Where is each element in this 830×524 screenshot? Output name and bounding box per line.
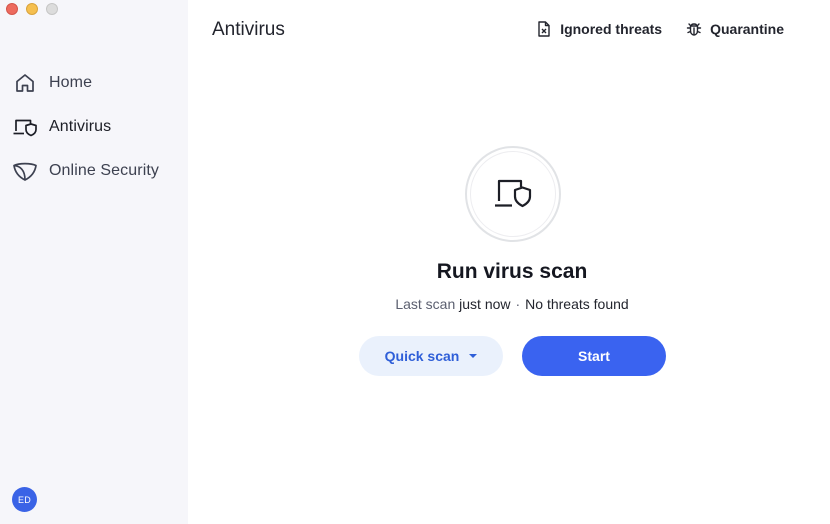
sidebar-item-label: Antivirus bbox=[49, 118, 112, 135]
window-close-button[interactable] bbox=[6, 3, 18, 15]
separator-dot: · bbox=[515, 296, 521, 312]
scan-illustration bbox=[465, 146, 561, 242]
sidebar-item-label: Home bbox=[49, 74, 93, 91]
sidebar-item-home[interactable]: Home bbox=[0, 61, 188, 105]
last-scan-value: just now bbox=[459, 296, 511, 312]
window-minimize-button[interactable] bbox=[26, 3, 38, 15]
avatar[interactable]: ED bbox=[12, 487, 37, 512]
quarantine-label: Quarantine bbox=[710, 21, 784, 37]
header-actions: Ignored threats Quarantine bbox=[536, 21, 784, 37]
scan-result-text: No threats found bbox=[525, 296, 629, 312]
sidebar: Home Antivirus Online Security ED bbox=[0, 0, 188, 524]
window-maximize-button[interactable] bbox=[46, 3, 58, 15]
shield-icon bbox=[12, 158, 38, 184]
document-x-icon bbox=[536, 21, 552, 37]
window-controls bbox=[6, 3, 58, 15]
main-content: Antivirus Ignored threats Quarantine Run… bbox=[188, 0, 830, 524]
laptop-shield-icon bbox=[493, 178, 533, 210]
last-scan-label: Last scan bbox=[395, 296, 456, 312]
sidebar-item-antivirus[interactable]: Antivirus bbox=[0, 105, 188, 149]
page-title: Antivirus bbox=[212, 19, 285, 40]
quarantine-button[interactable]: Quarantine bbox=[686, 21, 784, 37]
scan-type-dropdown[interactable]: Quick scan bbox=[359, 336, 503, 376]
start-scan-button[interactable]: Start bbox=[522, 336, 666, 376]
caret-down-icon bbox=[469, 354, 478, 358]
home-icon bbox=[12, 70, 38, 96]
bug-icon bbox=[686, 21, 702, 37]
ignored-threats-button[interactable]: Ignored threats bbox=[536, 21, 662, 37]
scan-status: Last scan just now · No threats found bbox=[188, 296, 830, 312]
ignored-threats-label: Ignored threats bbox=[560, 21, 663, 37]
antivirus-icon bbox=[12, 114, 38, 140]
sidebar-item-label: Online Security bbox=[49, 162, 159, 179]
sidebar-item-online-security[interactable]: Online Security bbox=[0, 149, 188, 193]
sidebar-nav: Home Antivirus Online Security bbox=[0, 61, 188, 193]
scan-type-label: Quick scan bbox=[384, 348, 460, 364]
scan-title: Run virus scan bbox=[436, 260, 588, 283]
